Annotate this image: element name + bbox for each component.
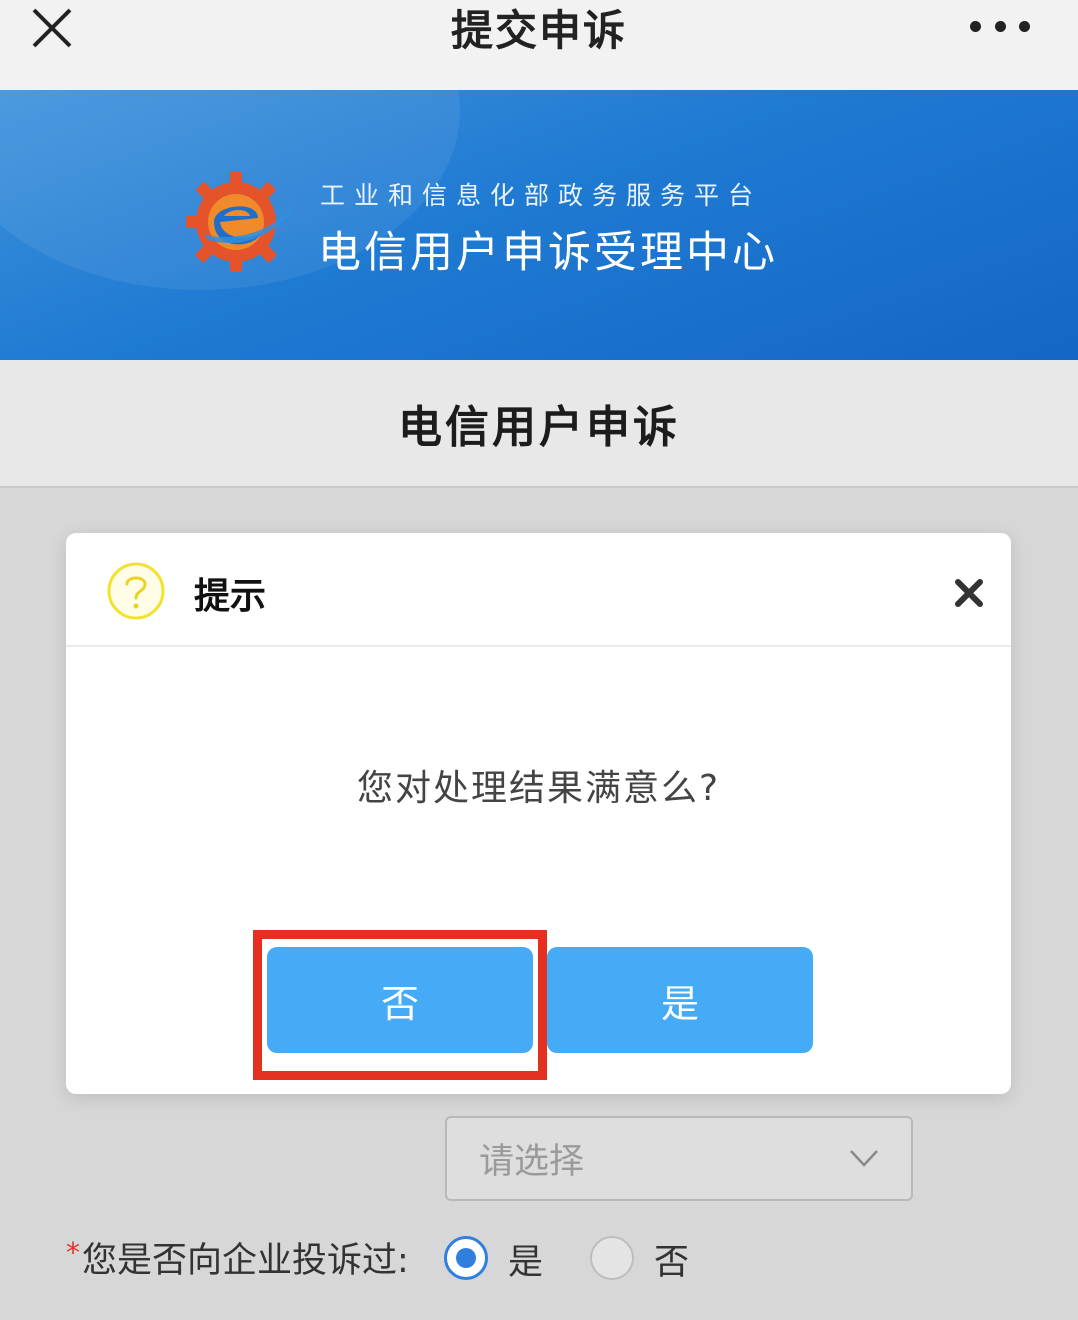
dialog-title: 提示 (194, 576, 267, 617)
yes-button[interactable]: 是 (547, 947, 813, 1053)
section-heading-text: 电信用户申诉 (398, 402, 680, 453)
page-title: 提交申诉 (450, 5, 627, 55)
banner-subtitle: 工业和信息化部政务服务平台 (320, 181, 763, 210)
more-dot (994, 20, 1006, 32)
dropdown-placeholder: 请选择 (479, 1142, 585, 1182)
more-dot (970, 20, 981, 32)
dialog-header: 提示 (66, 533, 1011, 647)
radio-yes[interactable] (444, 1236, 488, 1280)
complained-question-label: 您是否向企业投诉过: (82, 1240, 409, 1281)
radio-no[interactable] (590, 1236, 634, 1280)
confirm-dialog: 提示 您对处理结果满意么? 否 是 (66, 533, 1011, 1094)
chevron-down-icon (850, 1150, 878, 1167)
header-banner: 工业和信息化部政务服务平台 电信用户申诉受理中心 (0, 90, 1078, 360)
section-heading: 电信用户申诉 (0, 360, 1078, 488)
dropdown-select[interactable]: 请选择 (445, 1116, 913, 1201)
dialog-message: 您对处理结果满意么? (356, 768, 721, 809)
top-nav-bar: 提交申诉 (0, 0, 1078, 90)
more-dot (1019, 20, 1030, 32)
radio-yes-label[interactable]: 是 (508, 1234, 543, 1285)
required-mark: * (66, 1236, 80, 1269)
question-icon (107, 562, 165, 620)
close-icon[interactable] (28, 4, 76, 52)
no-button[interactable]: 否 (267, 947, 533, 1053)
close-icon[interactable] (953, 577, 985, 609)
complained-question: * 您是否向企业投诉过: (66, 1232, 409, 1282)
banner-title: 电信用户申诉受理中心 (318, 228, 778, 278)
radio-no-label[interactable]: 否 (654, 1234, 689, 1285)
gear-e-logo (186, 172, 298, 272)
more-icon[interactable] (970, 16, 1030, 36)
